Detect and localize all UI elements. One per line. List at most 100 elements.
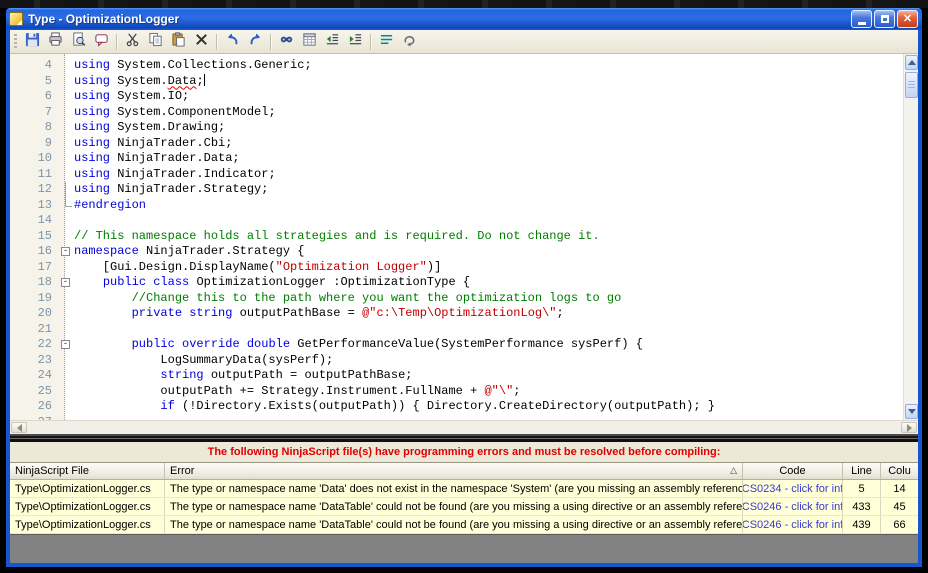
save-button[interactable] <box>21 32 44 52</box>
paste-button[interactable] <box>167 31 190 52</box>
template-button[interactable] <box>298 32 321 52</box>
scroll-left-button[interactable] <box>11 422 27 433</box>
line-number: 7 <box>44 104 52 119</box>
scroll-up-button[interactable] <box>905 55 918 70</box>
line-number: 16 <box>37 244 52 258</box>
code-line: 4 using System.Collections.Generic; <box>10 58 903 74</box>
scroll-down-button[interactable] <box>905 404 918 419</box>
file-cell: Type\OptimizationLogger.cs <box>10 516 165 533</box>
code-editor[interactable]: 4 using System.Collections.Generic; 5 using… <box>10 54 918 420</box>
fold-collapse-icon[interactable]: - <box>61 247 70 256</box>
undo-icon <box>225 32 240 52</box>
fold-margin <box>59 322 74 338</box>
error-row[interactable]: Type\OptimizationLogger.cs The type or na… <box>10 498 918 516</box>
line-number: 11 <box>37 166 52 181</box>
column-header-label: Error <box>170 465 195 477</box>
print-button[interactable] <box>44 31 67 52</box>
fold-margin <box>59 368 74 384</box>
toolbar-grip[interactable] <box>14 33 17 50</box>
line-number: 13 <box>37 197 52 212</box>
window-title: Type - OptimizationLogger <box>28 12 180 26</box>
code-text: LogSummaryData(sysPerf); <box>74 352 334 367</box>
horizontal-scrollbar[interactable] <box>10 420 918 434</box>
code-text: using System.Data; <box>74 73 205 88</box>
file-cell: Type\OptimizationLogger.cs <box>10 498 165 515</box>
indent-button[interactable] <box>344 32 367 52</box>
line-cell: 5 <box>843 480 881 497</box>
fold-margin <box>59 291 74 307</box>
column-cell: 14 <box>893 482 906 495</box>
line-number: 18 <box>37 275 52 289</box>
fold-margin: - <box>59 275 74 291</box>
toolbar-separator <box>216 33 218 50</box>
redo-button[interactable] <box>244 32 267 52</box>
error-code-link[interactable]: CS0246 - click for inf <box>743 516 843 533</box>
code-text: using NinjaTrader.Strategy; <box>74 182 269 196</box>
error-table-header: NinjaScript File Error △ Code Line Colu <box>10 462 918 480</box>
error-code-link[interactable]: CS0234 - click for inf <box>743 480 843 497</box>
outdent-button[interactable] <box>321 32 344 52</box>
column-header-line[interactable]: Line <box>843 463 881 479</box>
title-bar[interactable]: Type - OptimizationLogger ✕ <box>6 8 922 30</box>
code-text: using System.Drawing; <box>74 120 226 134</box>
column-cell: 66 <box>893 518 906 531</box>
find-icon <box>279 32 294 52</box>
code-line: 26 if (!Directory.Exists(outputPath)) { … <box>10 399 903 415</box>
error-row[interactable]: Type\OptimizationLogger.cs The type or na… <box>10 480 918 498</box>
line-number: 21 <box>37 321 52 336</box>
maximize-button[interactable] <box>874 10 895 28</box>
left-arrow-icon <box>16 423 22 432</box>
code-line: 20 private string outputPathBase = @"c:\… <box>10 306 903 322</box>
vertical-scroll-thumb[interactable] <box>905 72 918 98</box>
paste-icon <box>171 31 186 52</box>
fold-margin <box>59 197 74 214</box>
code-line: 9 using NinjaTrader.Cbi; <box>10 136 903 152</box>
window-frame: 4 using System.Collections.Generic; 5 using… <box>6 30 922 567</box>
print-icon <box>48 31 63 52</box>
fold-margin <box>59 151 74 167</box>
format-lines-icon <box>379 32 394 52</box>
undo-button[interactable] <box>221 32 244 52</box>
minimize-button[interactable] <box>851 10 872 28</box>
toolbar-separator <box>370 33 372 50</box>
column-header-colu[interactable]: Colu <box>881 463 918 479</box>
error-panel-filler <box>10 534 918 563</box>
fold-collapse-icon[interactable]: - <box>61 340 70 349</box>
scroll-right-button[interactable] <box>901 422 917 433</box>
column-header-ninjascript-file[interactable]: NinjaScript File <box>10 463 165 479</box>
code-line: 24 string outputPath = outputPathBase; <box>10 368 903 384</box>
error-row[interactable]: Type\OptimizationLogger.cs The type or na… <box>10 516 918 534</box>
collapse-regions-button[interactable] <box>398 32 421 52</box>
fold-margin <box>59 120 74 136</box>
close-button[interactable]: ✕ <box>897 10 918 28</box>
fold-margin <box>59 306 74 322</box>
collapse-regions-icon <box>402 32 417 52</box>
file-cell: Type\OptimizationLogger.cs <box>10 480 165 497</box>
line-number: 20 <box>37 306 52 320</box>
comment-button[interactable] <box>90 32 113 52</box>
format-lines-button[interactable] <box>375 32 398 52</box>
panel-splitter[interactable] <box>10 434 918 442</box>
error-code-link[interactable]: CS0246 - click for inf <box>743 498 843 515</box>
delete-button[interactable] <box>190 32 213 52</box>
fold-margin <box>59 89 74 105</box>
fold-collapse-icon[interactable]: - <box>61 278 70 287</box>
copy-icon <box>148 32 163 52</box>
code-line: 15 // This namespace holds all strategies… <box>10 229 903 245</box>
line-number: 14 <box>37 213 52 227</box>
print-preview-button[interactable] <box>67 31 90 52</box>
comment-icon <box>94 32 109 52</box>
line-number: 5 <box>44 73 52 88</box>
line-cell: 439 <box>843 516 881 533</box>
indent-icon <box>348 32 363 52</box>
find-button[interactable] <box>275 32 298 52</box>
window-controls: ✕ <box>851 10 918 28</box>
column-header-code[interactable]: Code <box>743 463 843 479</box>
code-text: //Change this to the path where you want… <box>131 290 622 305</box>
cut-button[interactable] <box>121 32 144 52</box>
delete-icon <box>194 32 209 52</box>
vertical-scrollbar[interactable] <box>903 54 918 420</box>
column-header-error[interactable]: Error △ <box>165 463 743 479</box>
copy-button[interactable] <box>144 32 167 52</box>
